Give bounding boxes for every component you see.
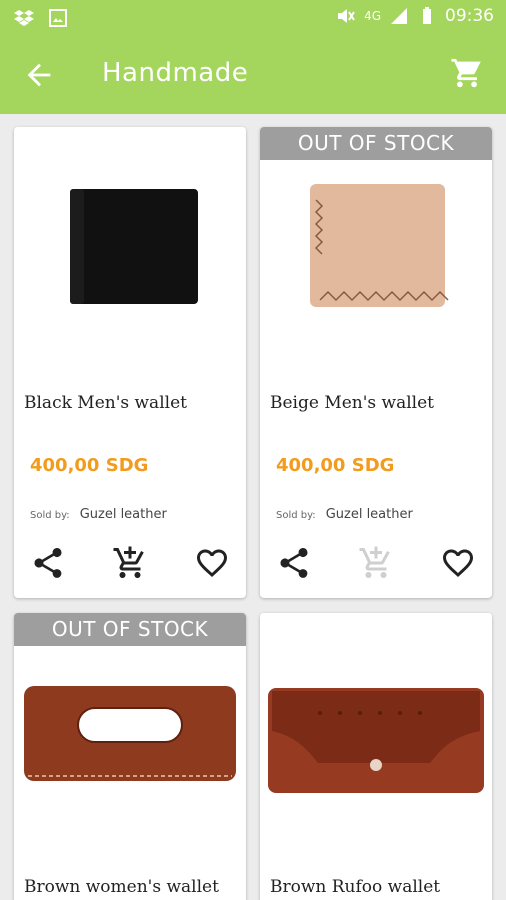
- add-to-cart-icon: [359, 546, 390, 578]
- signal-icon: [391, 8, 407, 24]
- product-card[interactable]: Brown Rufoo wallet: [260, 613, 492, 900]
- share-icon[interactable]: [30, 545, 66, 581]
- clock: 09:36: [445, 6, 494, 26]
- seller-name: Guzel leather: [325, 507, 413, 522]
- product-card[interactable]: Black Men's wallet 400,00 SDG Sold by: Gu…: [14, 127, 246, 598]
- product-actions: [14, 545, 246, 585]
- back-arrow-icon[interactable]: [22, 58, 56, 92]
- add-to-cart-icon[interactable]: [112, 545, 148, 581]
- status-bar: 4G 09:36: [0, 0, 506, 36]
- product-actions: [260, 545, 492, 585]
- product-image: [260, 160, 492, 357]
- favorite-icon[interactable]: [440, 545, 476, 581]
- cart-icon[interactable]: [450, 56, 484, 90]
- seller-info: Sold by: Guzel leather: [30, 507, 167, 522]
- network-type: 4G: [364, 9, 381, 23]
- product-image: [260, 613, 492, 851]
- product-name: Brown Rufoo wallet: [270, 877, 441, 897]
- product-price: 400,00 SDG: [276, 455, 395, 476]
- gallery-icon: [49, 9, 67, 27]
- seller-info: Sold by: Guzel leather: [276, 507, 413, 522]
- app-bar: Handmade: [0, 36, 506, 114]
- product-name: Brown women's wallet: [24, 877, 219, 897]
- product-name: Beige Men's wallet: [270, 393, 435, 413]
- product-image: [14, 646, 246, 851]
- dropbox-icon: [14, 10, 34, 26]
- product-name: Black Men's wallet: [24, 393, 187, 413]
- page-title: Handmade: [102, 58, 249, 88]
- out-of-stock-badge: OUT OF STOCK: [260, 127, 492, 160]
- favorite-icon[interactable]: [194, 545, 230, 581]
- product-card[interactable]: OUT OF STOCK Brown women's wallet: [14, 613, 246, 900]
- sold-by-label: Sold by:: [30, 510, 70, 521]
- battery-icon: [423, 7, 431, 24]
- share-icon[interactable]: [276, 545, 312, 581]
- product-image: [14, 127, 246, 357]
- product-card[interactable]: OUT OF STOCK Beige Men's wallet 400,00 S…: [260, 127, 492, 598]
- product-price: 400,00 SDG: [30, 455, 149, 476]
- out-of-stock-badge: OUT OF STOCK: [14, 613, 246, 646]
- mute-icon: [338, 9, 355, 23]
- seller-name: Guzel leather: [79, 507, 167, 522]
- sold-by-label: Sold by:: [276, 510, 316, 521]
